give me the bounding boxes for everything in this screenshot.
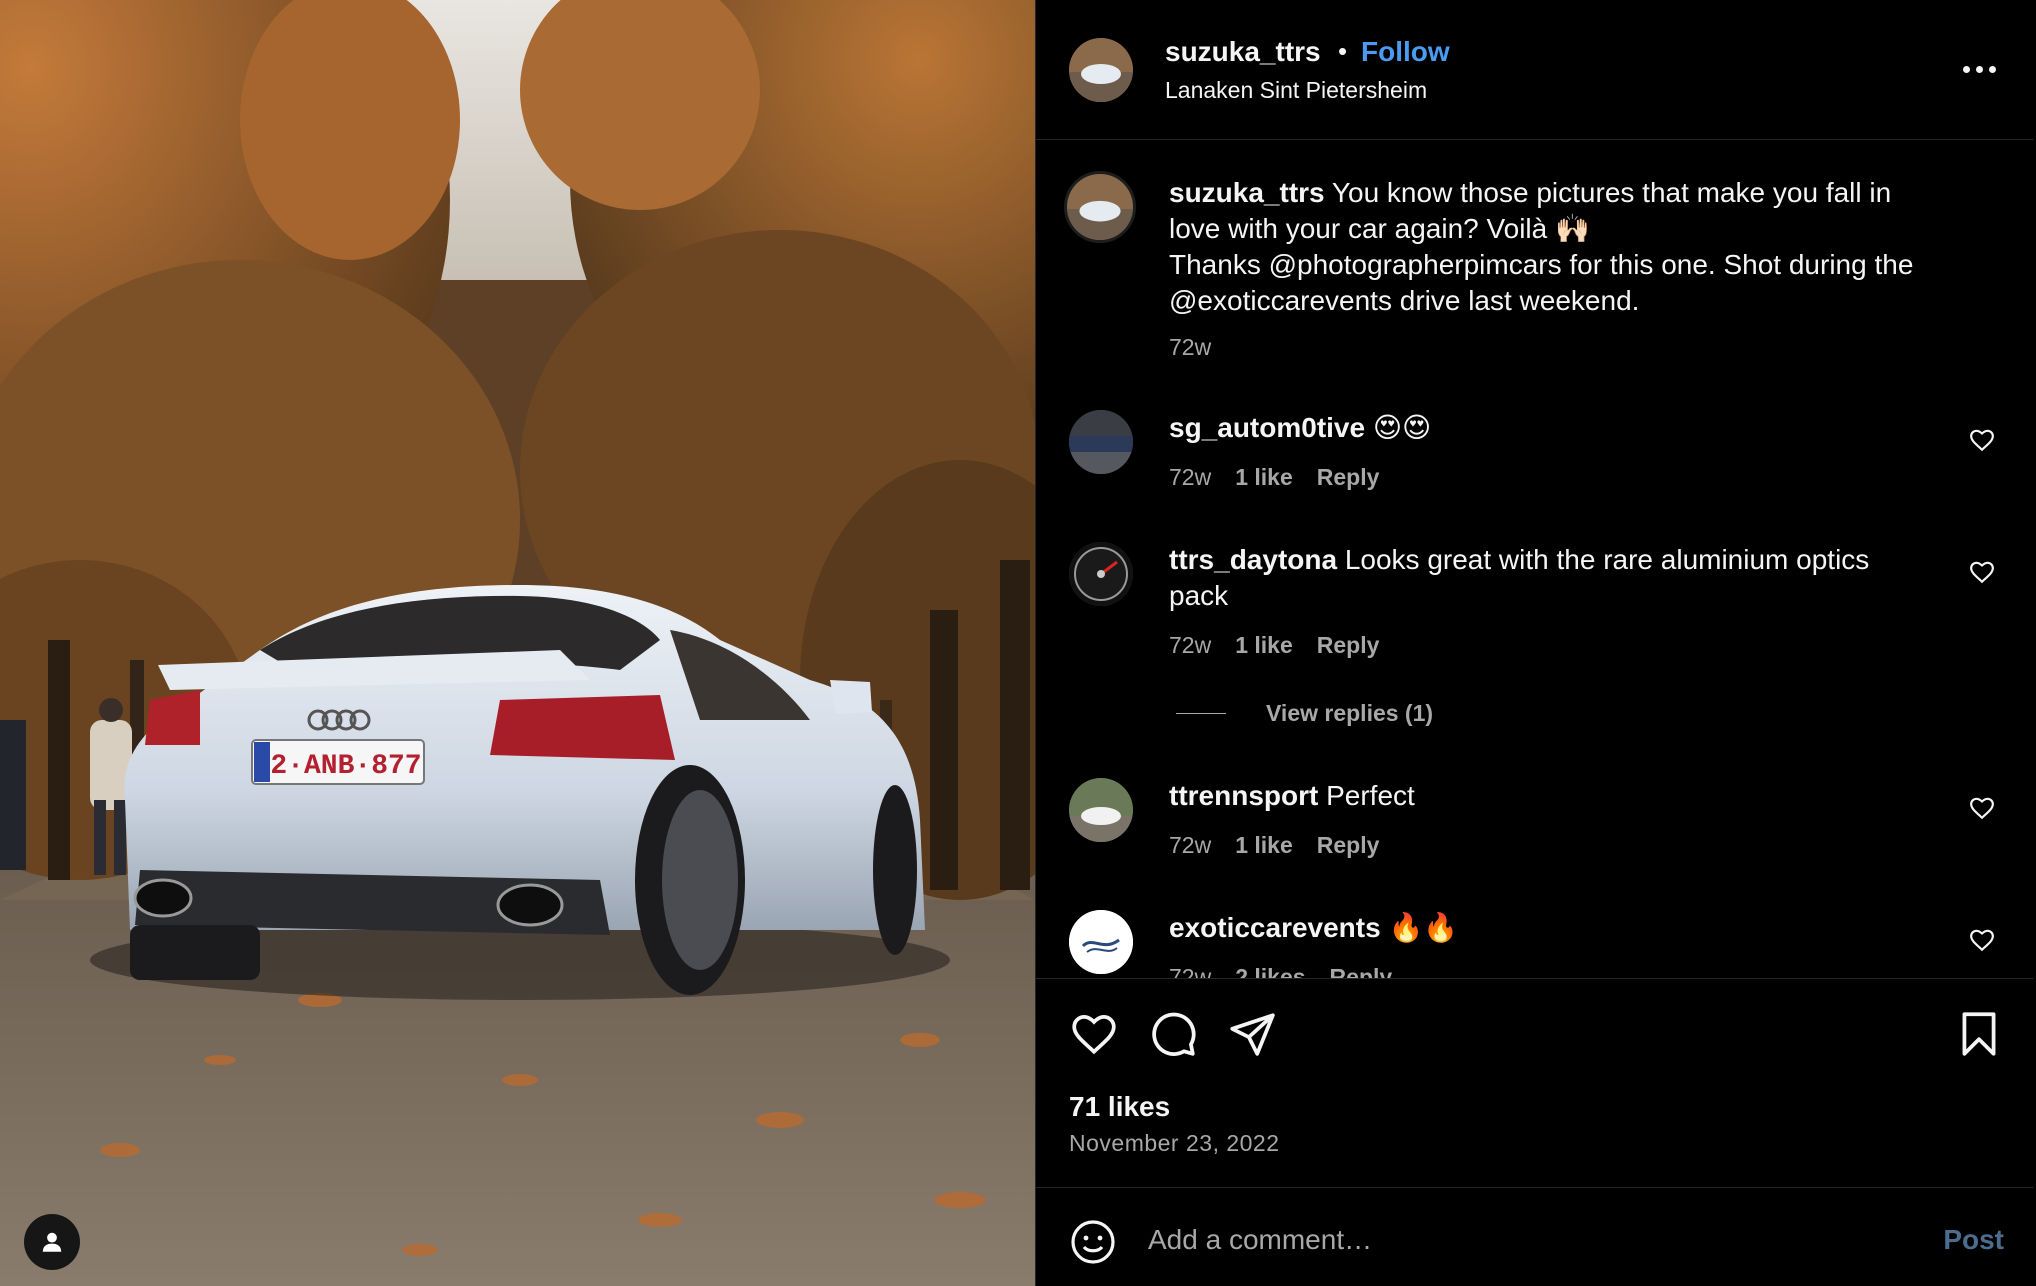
commenter-username[interactable]: ttrs_daytona bbox=[1169, 544, 1337, 575]
share-icon[interactable] bbox=[1227, 1009, 1277, 1059]
comment-likes[interactable]: 1 like bbox=[1235, 464, 1293, 491]
comment-like-heart-icon[interactable] bbox=[1969, 559, 1995, 585]
post-location[interactable]: Lanaken Sint Pietersheim bbox=[1165, 77, 1427, 104]
reply-button[interactable]: Reply bbox=[1317, 632, 1380, 659]
comment-likes[interactable]: 1 like bbox=[1235, 632, 1293, 659]
comment-body: Looks great with the rare aluminium opti… bbox=[1337, 544, 1870, 575]
more-options-icon[interactable] bbox=[1963, 66, 1996, 73]
comment-meta: 72w 1 like Reply bbox=[1169, 632, 1379, 659]
like-heart-icon[interactable] bbox=[1069, 1009, 1119, 1059]
commenter-username[interactable]: exoticcarevents bbox=[1169, 912, 1381, 943]
author-avatar[interactable] bbox=[1069, 38, 1133, 102]
caption-line: @exoticcarevents drive last weekend. bbox=[1169, 285, 1640, 316]
caption-meta: 72w bbox=[1169, 334, 1211, 361]
reply-button[interactable]: Reply bbox=[1330, 964, 1393, 978]
comment-text: exoticcarevents 🔥🔥 bbox=[1169, 910, 1989, 946]
comment-meta: 72w 1 like Reply bbox=[1169, 464, 1379, 491]
post-actions: 71 likes November 23, 2022 bbox=[1036, 978, 2034, 1188]
comment-text: sg_autom0tive 😍😍 bbox=[1169, 410, 1989, 446]
comment-like-heart-icon[interactable] bbox=[1969, 927, 1995, 953]
separator-dot: • bbox=[1338, 36, 1348, 66]
commenter-avatar[interactable] bbox=[1069, 910, 1133, 974]
comment-body: pack bbox=[1169, 580, 1229, 611]
comment-time: 72w bbox=[1169, 832, 1212, 858]
commenter-avatar[interactable] bbox=[1069, 778, 1133, 842]
likes-count[interactable]: 71 likes bbox=[1069, 1091, 1170, 1123]
caption-line: You know those pictures that make you fa… bbox=[1324, 177, 1892, 208]
post-comment-button[interactable]: Post bbox=[1943, 1224, 2004, 1256]
user-tag-icon bbox=[42, 1232, 62, 1252]
reply-button[interactable]: Reply bbox=[1317, 464, 1380, 491]
comment-likes[interactable]: 2 likes bbox=[1235, 964, 1305, 978]
view-replies-button[interactable]: View replies (1) bbox=[1176, 700, 1433, 727]
comment-text: ttrs_daytona Looks great with the rare a… bbox=[1169, 542, 1989, 614]
bookmark-icon[interactable] bbox=[1954, 1009, 2004, 1059]
post-photo[interactable]: 2·ANB·877 bbox=[0, 0, 1035, 1286]
caption-text: suzuka_ttrs You know those pictures that… bbox=[1169, 175, 1989, 319]
comment-body: 🔥🔥 bbox=[1380, 912, 1459, 943]
comment-meta: 72w 2 likes Reply bbox=[1169, 964, 1392, 978]
reply-button[interactable]: Reply bbox=[1317, 832, 1380, 859]
caption-line: love with your car again? Voilà 🙌🏻 bbox=[1169, 213, 1590, 244]
caption-time: 72w bbox=[1169, 334, 1212, 360]
follow-button[interactable]: Follow bbox=[1361, 36, 1450, 68]
user-tag-button[interactable] bbox=[24, 1214, 80, 1270]
license-plate-text: 2·ANB·877 bbox=[270, 751, 421, 782]
commenter-avatar[interactable] bbox=[1069, 410, 1133, 474]
add-comment-input[interactable] bbox=[1148, 1216, 1848, 1264]
view-replies-label: View replies (1) bbox=[1266, 700, 1434, 726]
post-date: November 23, 2022 bbox=[1069, 1130, 1280, 1156]
comment-icon[interactable] bbox=[1148, 1009, 1198, 1059]
comment-body: 😍😍 bbox=[1365, 412, 1432, 443]
add-comment-bar: Post bbox=[1036, 1187, 2034, 1286]
caption-author-avatar[interactable] bbox=[1064, 171, 1136, 243]
commenter-avatar[interactable] bbox=[1069, 542, 1133, 606]
comment-likes[interactable]: 1 like bbox=[1235, 832, 1293, 859]
author-username[interactable]: suzuka_ttrs bbox=[1165, 36, 1321, 68]
comment-like-heart-icon[interactable] bbox=[1969, 427, 1995, 453]
emoji-icon[interactable] bbox=[1069, 1218, 1117, 1266]
comment-time: 72w bbox=[1169, 632, 1212, 658]
comment-body: Perfect bbox=[1318, 780, 1415, 811]
comment-time: 72w bbox=[1169, 464, 1212, 490]
car-photo-image: 2·ANB·877 bbox=[0, 0, 1035, 1286]
post-header: suzuka_ttrs • Follow Lanaken Sint Pieter… bbox=[1036, 0, 2034, 140]
post-panel: suzuka_ttrs • Follow Lanaken Sint Pieter… bbox=[1035, 0, 2036, 1286]
comment-time: 72w bbox=[1169, 964, 1212, 978]
caption-username[interactable]: suzuka_ttrs bbox=[1169, 177, 1325, 208]
comment-like-heart-icon[interactable] bbox=[1969, 795, 1995, 821]
commenter-username[interactable]: sg_autom0tive bbox=[1169, 412, 1365, 443]
comment-meta: 72w 1 like Reply bbox=[1169, 832, 1379, 859]
commenter-username[interactable]: ttrennsport bbox=[1169, 780, 1318, 811]
caption-line: Thanks @photographerpimcars for this one… bbox=[1169, 249, 1914, 280]
comments-list[interactable]: suzuka_ttrs You know those pictures that… bbox=[1036, 141, 2034, 978]
comment-text: ttrennsport Perfect bbox=[1169, 778, 1989, 814]
replies-divider bbox=[1176, 713, 1226, 714]
